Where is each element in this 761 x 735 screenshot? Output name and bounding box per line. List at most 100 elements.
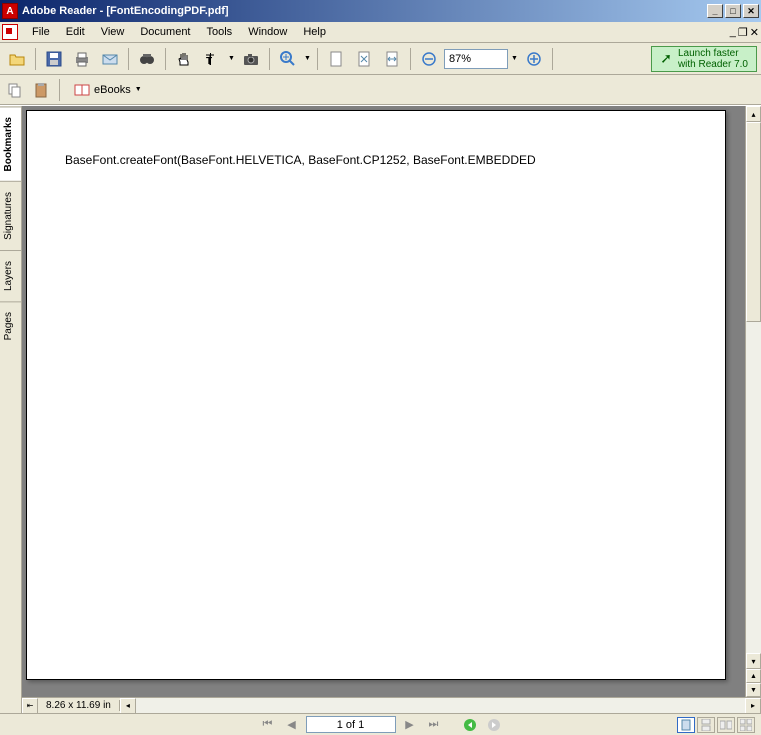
document-area: BaseFont.createFont(BaseFont.HELVETICA, … (22, 106, 761, 713)
separator (552, 48, 553, 70)
tab-pages[interactable]: Pages (0, 301, 21, 350)
document-icon (2, 24, 18, 40)
separator (128, 48, 129, 70)
separator (165, 48, 166, 70)
promo-line1: Launch faster (678, 48, 748, 59)
zoom-out-button[interactable] (416, 46, 442, 72)
single-page-view-button[interactable] (677, 717, 695, 733)
promo-banner[interactable]: ➚ Launch faster with Reader 7.0 (651, 46, 757, 72)
back-button[interactable] (460, 716, 480, 734)
side-tabs: Bookmarks Signatures Layers Pages (0, 106, 22, 713)
document-viewport[interactable]: BaseFont.createFont(BaseFont.HELVETICA, … (22, 106, 745, 697)
tab-layers[interactable]: Layers (0, 250, 21, 301)
ebooks-button[interactable]: eBooks ▼ (67, 79, 149, 101)
next-page-button[interactable]: ▶ (400, 716, 420, 734)
window-titlebar: A Adobe Reader - [FontEncodingPDF.pdf] _… (0, 0, 761, 22)
plus-circle-icon (527, 52, 541, 66)
menu-help[interactable]: Help (295, 23, 334, 41)
scroll-down-button[interactable]: ▾ (746, 653, 761, 669)
snapshot-button[interactable] (238, 46, 264, 72)
pdf-page: BaseFont.createFont(BaseFont.HELVETICA, … (26, 110, 726, 680)
folder-open-icon (8, 51, 26, 67)
doc-restore-button[interactable]: ❐ (738, 26, 748, 39)
page-number-input[interactable] (306, 716, 396, 733)
tab-signatures[interactable]: Signatures (0, 181, 21, 250)
fit-width-icon (384, 51, 400, 67)
text-cursor-icon: T (204, 51, 220, 67)
promo-line2: with Reader 7.0 (678, 59, 748, 70)
menu-view[interactable]: View (93, 23, 133, 41)
zoom-input[interactable] (444, 49, 508, 69)
back-arrow-icon (463, 718, 477, 732)
fit-page-button[interactable] (351, 46, 377, 72)
zoom-in-plus-button[interactable] (521, 46, 547, 72)
separator (317, 48, 318, 70)
paste-button[interactable] (30, 79, 52, 101)
page-down-indicator[interactable]: ▼ (746, 683, 761, 697)
promo-arrow-icon: ➚ (660, 50, 672, 67)
doc-close-button[interactable]: ✕ (750, 26, 759, 39)
menu-window[interactable]: Window (240, 23, 295, 41)
scroll-thumb[interactable] (746, 122, 761, 322)
separator (59, 79, 60, 101)
hscroll-right-button[interactable]: ▸ (745, 698, 761, 714)
email-button[interactable] (97, 46, 123, 72)
minimize-button[interactable]: _ (707, 4, 723, 18)
menu-edit[interactable]: Edit (58, 23, 93, 41)
zoom-dropdown[interactable]: ▼ (303, 46, 312, 72)
promo-text: Launch faster with Reader 7.0 (678, 48, 748, 70)
select-dropdown[interactable]: ▼ (227, 46, 236, 72)
fit-page-icon (356, 51, 372, 67)
page-up-indicator[interactable]: ▲ (746, 669, 761, 683)
zoom-in-button[interactable] (275, 46, 301, 72)
print-button[interactable] (69, 46, 95, 72)
menu-tools[interactable]: Tools (199, 23, 241, 41)
forward-button[interactable] (484, 716, 504, 734)
tab-bookmarks[interactable]: Bookmarks (0, 106, 21, 181)
doc-minimize-button[interactable]: _ (730, 26, 736, 39)
search-button[interactable] (134, 46, 160, 72)
fit-width-button[interactable] (379, 46, 405, 72)
menu-document[interactable]: Document (132, 23, 198, 41)
bottom-navbar: ⏮ ◀ ▶ ⏭ (0, 713, 761, 735)
copy-button[interactable] (4, 79, 26, 101)
window-title: Adobe Reader - [FontEncodingPDF.pdf] (22, 5, 229, 17)
facing-view-button[interactable] (717, 717, 735, 733)
hscroll-track[interactable] (136, 698, 745, 714)
save-button[interactable] (41, 46, 67, 72)
copy-icon (7, 82, 23, 98)
continuous-facing-view-button[interactable] (737, 717, 755, 733)
maximize-button[interactable]: □ (725, 4, 741, 18)
hscroll-far-left[interactable]: ⇤ (22, 698, 38, 714)
ebooks-label: eBooks (94, 84, 131, 96)
secondary-toolbar: eBooks ▼ (0, 75, 761, 105)
document-content: BaseFont.createFont(BaseFont.HELVETICA, … (65, 153, 687, 167)
menubar: File Edit View Document Tools Window Hel… (0, 22, 761, 43)
text-select-button[interactable]: T (199, 46, 225, 72)
page-icon (328, 51, 344, 67)
vertical-scrollbar[interactable]: ▴ ▾ ▲ ▼ (745, 106, 761, 697)
menu-file[interactable]: File (24, 23, 58, 41)
last-page-button[interactable]: ⏭ (424, 716, 444, 734)
prev-page-button[interactable]: ◀ (282, 716, 302, 734)
adobe-icon: A (2, 3, 18, 19)
ebooks-icon (74, 83, 90, 97)
svg-text:T: T (206, 56, 212, 67)
continuous-view-button[interactable] (697, 717, 715, 733)
actual-size-button[interactable] (323, 46, 349, 72)
close-button[interactable]: ✕ (743, 4, 759, 18)
hscroll-left-button[interactable]: ◂ (120, 698, 136, 714)
floppy-icon (46, 51, 62, 67)
hand-tool-button[interactable] (171, 46, 197, 72)
zoom-level-dropdown[interactable]: ▼ (510, 46, 519, 72)
open-button[interactable] (4, 46, 30, 72)
hand-icon (176, 51, 192, 67)
scroll-up-button[interactable]: ▴ (746, 106, 761, 122)
first-page-button[interactable]: ⏮ (258, 716, 278, 734)
main-toolbar: T ▼ ▼ ▼ ➚ Launch faster with Reader 7.0 (0, 43, 761, 75)
printer-icon (74, 51, 90, 67)
content-area: Bookmarks Signatures Layers Pages BaseFo… (0, 105, 761, 713)
separator (35, 48, 36, 70)
scroll-track[interactable] (746, 122, 761, 653)
document-statusbar: ⇤ 8.26 x 11.69 in ◂ ▸ (22, 697, 761, 713)
